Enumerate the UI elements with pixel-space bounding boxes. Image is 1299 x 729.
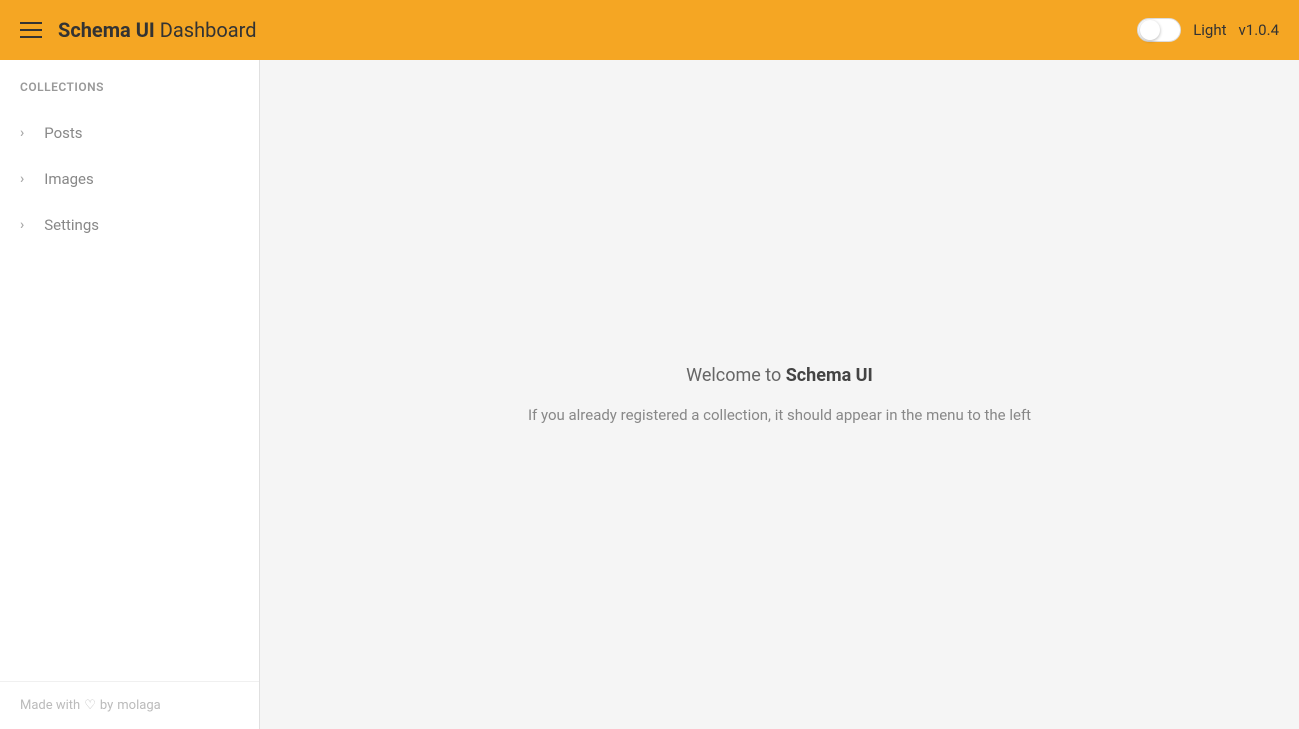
chevron-right-icon: › <box>20 125 24 141</box>
header-right: Light v1.0.4 <box>1137 18 1279 42</box>
sidebar-item-settings[interactable]: › Settings <box>0 202 259 248</box>
sidebar-item-images[interactable]: › Images <box>0 156 259 202</box>
sidebar: COLLECTIONS › Posts › Images › Settings … <box>0 60 260 729</box>
footer-author: molaga <box>117 698 160 713</box>
welcome-prefix: Welcome to <box>686 365 786 386</box>
app-header: Schema UI Dashboard Light v1.0.4 <box>0 0 1299 60</box>
welcome-container: Welcome to Schema UI If you already regi… <box>528 365 1031 424</box>
collections-label: COLLECTIONS <box>0 80 259 110</box>
sidebar-content: COLLECTIONS › Posts › Images › Settings <box>0 60 259 681</box>
main-layout: COLLECTIONS › Posts › Images › Settings … <box>0 60 1299 729</box>
sidebar-item-label: Posts <box>44 124 82 142</box>
footer-text: Made with ♡ by molaga <box>20 698 239 713</box>
app-title: Schema UI Dashboard <box>58 18 256 42</box>
header-left: Schema UI Dashboard <box>20 18 256 42</box>
sidebar-footer: Made with ♡ by molaga <box>0 681 259 729</box>
theme-toggle[interactable] <box>1137 18 1181 42</box>
main-content: Welcome to Schema UI If you already regi… <box>260 60 1299 729</box>
heart-icon: ♡ <box>84 698 96 713</box>
version-label: v1.0.4 <box>1239 21 1279 39</box>
chevron-right-icon: › <box>20 171 24 187</box>
sidebar-item-label: Settings <box>44 216 99 234</box>
hamburger-icon[interactable] <box>20 22 42 38</box>
sidebar-item-label: Images <box>44 170 94 188</box>
sidebar-item-posts[interactable]: › Posts <box>0 110 259 156</box>
toggle-knob <box>1140 20 1160 40</box>
footer-prefix: Made with <box>20 698 80 713</box>
footer-by: by <box>100 698 113 713</box>
welcome-brand: Schema UI <box>786 365 873 386</box>
chevron-right-icon: › <box>20 217 24 233</box>
welcome-subtitle: If you already registered a collection, … <box>528 406 1031 424</box>
light-label: Light <box>1193 21 1226 39</box>
welcome-title: Welcome to Schema UI <box>528 365 1031 386</box>
